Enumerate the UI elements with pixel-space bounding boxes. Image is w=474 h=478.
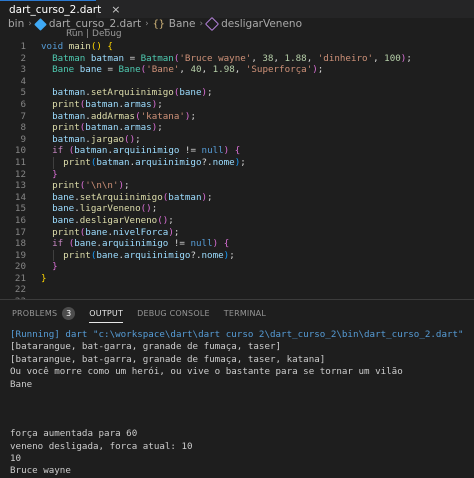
- output-log: [Running] dart "c:\workspace\dart\dart c…: [10, 329, 464, 478]
- bottom-panel: PROBLEMS 3 OUTPUT DEBUG CONSOLE TERMINAL…: [0, 299, 474, 478]
- output-line: força aumentada para 60: [10, 428, 138, 440]
- output-line: [Running] dart "c:\workspace\dart\dart c…: [10, 329, 464, 340]
- breadcrumb-class[interactable]: Bane: [169, 18, 196, 30]
- output-line: Bruce wayne: [10, 465, 71, 477]
- code-line-18: if (bane.arquiinimigo != null) {: [52, 238, 230, 250]
- line-number: 2: [20, 52, 26, 64]
- line-number: 15: [14, 203, 26, 215]
- line-number: 10: [14, 145, 26, 157]
- panel-tabs: PROBLEMS 3 OUTPUT DEBUG CONSOLE TERMINAL: [12, 305, 266, 323]
- output-line: 10: [10, 452, 22, 464]
- line-number: 7: [20, 110, 26, 122]
- code-line-10: if (batman.arquiinimigo != null) {: [52, 145, 241, 157]
- line-number: 1: [20, 41, 26, 52]
- code-line-1: void main() {: [41, 41, 113, 52]
- line-number: 14: [14, 191, 26, 203]
- output-line: [batarangue, bat-garra, granade de fumaç…: [10, 341, 282, 353]
- chevron-right-icon: ›: [28, 19, 32, 29]
- line-number: 17: [14, 226, 26, 238]
- method-icon: [205, 16, 220, 32]
- tab-output[interactable]: OUTPUT: [89, 305, 123, 323]
- close-icon[interactable]: ×: [111, 3, 120, 16]
- class-icon: {}: [152, 18, 165, 30]
- editor-tab[interactable]: dart_curso_2.dart ×: [0, 0, 120, 18]
- code-line-2: Batman batman = Batman('Bruce wayne', 38…: [52, 52, 412, 64]
- code-line-20: }: [52, 261, 58, 273]
- tab-terminal[interactable]: TERMINAL: [224, 305, 266, 321]
- line-number: 4: [20, 75, 26, 87]
- tab-debug-console[interactable]: DEBUG CONSOLE: [137, 305, 210, 321]
- output-line: Bane: [10, 378, 33, 390]
- code-line-9: batman.jargao();: [52, 133, 141, 145]
- dart-file-icon: [1, 6, 9, 13]
- code-line-17: print(bane.nivelForca);: [52, 226, 180, 238]
- line-number: 12: [14, 168, 26, 180]
- line-number: 18: [14, 238, 26, 250]
- tab-problems[interactable]: PROBLEMS 3: [12, 305, 76, 321]
- code-line-19: print(bane.arquiinimigo?.nome);: [63, 249, 235, 261]
- line-number: 20: [14, 261, 26, 273]
- code-line-6: print(batman.armas);: [52, 98, 163, 110]
- output-line: Ou você morre como um herói, ou vive o b…: [10, 366, 403, 378]
- chevron-right-icon: ›: [145, 19, 149, 29]
- line-number: 3: [20, 64, 26, 76]
- breadcrumb-method[interactable]: desligarVeneno: [221, 18, 302, 30]
- line-number: 16: [14, 214, 26, 226]
- code-line-5: batman.setArquiinimigo(bane);: [52, 87, 213, 99]
- line-number: 11: [14, 156, 26, 168]
- line-number: 5: [20, 87, 26, 99]
- line-number: 13: [14, 180, 26, 192]
- chevron-right-icon: ›: [199, 19, 204, 29]
- code-line-15: bane.ligarVeneno();: [52, 203, 158, 215]
- line-number: 21: [14, 272, 26, 284]
- code-line-3: Bane bane = Bane('Bane', 40, 1.98, 'Supe…: [52, 64, 324, 76]
- output-line: veneno desligada, forca atual: 10: [10, 440, 193, 452]
- output-line: [batarangue, bat-garra, granade de fumaç…: [10, 353, 326, 365]
- line-number: 9: [20, 133, 26, 145]
- dart-file-icon: [33, 17, 47, 31]
- code-line-11: print(batman.arquiinimigo?.nome);: [63, 156, 246, 168]
- breadcrumb-folder[interactable]: bin: [8, 18, 24, 30]
- line-number: 22: [14, 284, 26, 296]
- code-editor[interactable]: 1 void main() { 2 Batman batman = Batman(…: [0, 41, 474, 331]
- code-line-13: print('\n\n');: [52, 180, 130, 192]
- code-line-7: batman.addArmas('katana');: [52, 110, 196, 122]
- breadcrumb: bin › dart_curso_2.dart › {} Bane › desl…: [8, 16, 302, 32]
- code-line-14: bane.setArquiinimigo(batman);: [52, 191, 213, 203]
- code-line-21: }: [41, 272, 47, 284]
- code-line-8: print(batman.armas);: [52, 122, 163, 134]
- line-number: 6: [20, 98, 26, 110]
- tab-label: dart_curso_2.dart: [9, 3, 102, 16]
- editor-tab-bar: dart_curso_2.dart ×: [0, 0, 474, 18]
- line-number: 8: [20, 122, 26, 134]
- code-line-16: bane.desligarVeneno();: [52, 214, 174, 226]
- problems-count-badge: 3: [62, 306, 76, 320]
- codelens-run-debug[interactable]: Run | Debug: [66, 29, 122, 39]
- line-number: 19: [14, 249, 26, 261]
- code-line-12: }: [52, 168, 58, 180]
